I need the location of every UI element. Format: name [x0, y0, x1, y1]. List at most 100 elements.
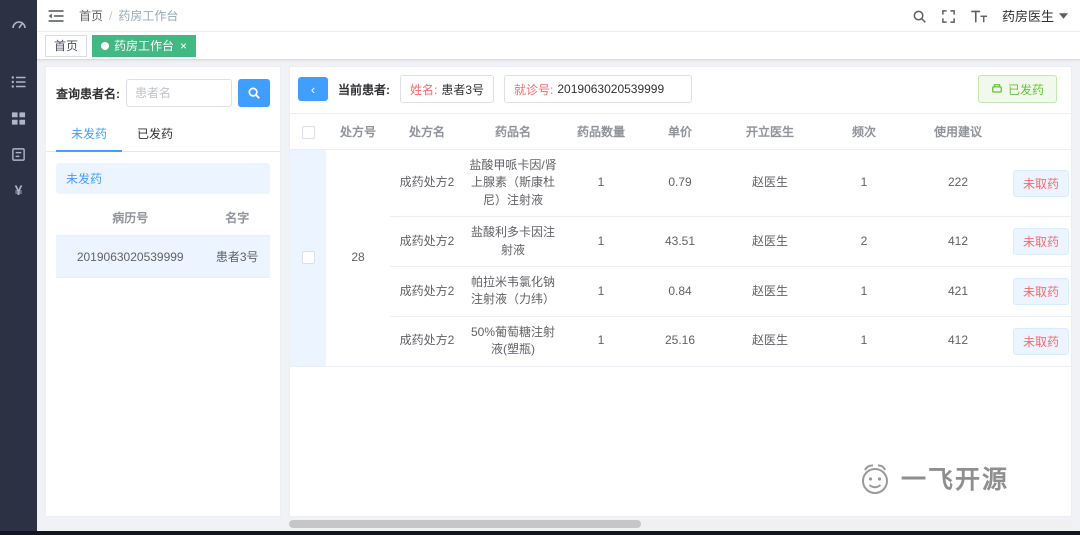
patient-list-item[interactable]: 2019063020539999 患者3号 [56, 235, 270, 278]
doctor-cell: 赵医生 [720, 266, 820, 317]
main-area: 首页 / 药房工作台 药房医生 首页 药房工作台 × 查询患者名: 患者名 未发… [37, 0, 1080, 535]
tags-bar: 首页 药房工作台 × [37, 32, 1080, 60]
tag-close-icon[interactable]: × [180, 40, 187, 52]
breadcrumb-separator: / [109, 8, 113, 23]
not-taken-button[interactable]: 未取药 [1013, 327, 1070, 355]
undispensed-banner: 未发药 [56, 163, 270, 194]
drug-qty-cell: 1 [562, 149, 640, 218]
watermark-logo-icon [861, 464, 888, 494]
action-header [1008, 113, 1071, 150]
content-area: 查询患者名: 未发药 已发药 未发药 病历号 名字 [37, 60, 1080, 535]
prescription-column: ‹ 当前患者: 姓名: 患者3号 就诊号: 2019063020539999 已… [289, 66, 1072, 535]
drug-qty-cell: 1 [562, 316, 640, 367]
action-cell: 未取药 [1008, 316, 1071, 367]
row-checkbox[interactable] [301, 251, 315, 265]
drug-qty-header: 药品数量 [562, 113, 640, 150]
fullscreen-icon[interactable] [941, 7, 956, 24]
drug-name-cell: 盐酸利多卡因注射液 [464, 216, 562, 267]
dashboard-icon[interactable] [0, 9, 37, 39]
form-icon[interactable] [0, 139, 37, 169]
table-row[interactable]: 28 成药处方2 盐酸甲哌卡因/肾上腺素（斯康杜尼）注射液 1 0.79 赵医生… [290, 149, 1071, 367]
patient-name: 患者3号 [204, 235, 270, 278]
horizontal-scrollbar-thumb[interactable] [289, 520, 642, 528]
advice-cell: 222 [908, 149, 1008, 218]
doctor-cell: 赵医生 [720, 316, 820, 367]
dispense-icon [992, 84, 1002, 93]
dispense-button-label: 已发药 [1007, 82, 1044, 97]
sidebar: ¥ [0, 0, 37, 535]
breadcrumb-home[interactable]: 首页 [79, 7, 103, 24]
watermark: 一飞开源 [855, 460, 1009, 496]
user-dropdown[interactable]: 药房医生 [1002, 6, 1068, 25]
table-row[interactable]: 成药处方2 帕拉米韦氯化钠注射液（力纬） 1 0.84 赵医生 1 421 未取… [290, 266, 1071, 317]
doctor-cell: 赵医生 [720, 216, 820, 267]
collapse-left-button[interactable]: ‹ [298, 77, 328, 101]
unit-price-cell: 0.79 [640, 149, 720, 218]
rx-name-cell: 成药处方2 [390, 266, 464, 317]
magnifier-icon [248, 87, 260, 99]
table-row[interactable]: 成药处方2 盐酸利多卡因注射液 1 43.51 赵医生 2 412 未取药 [290, 216, 1071, 267]
navbar-actions: 药房医生 [912, 6, 1068, 25]
search-icon[interactable] [912, 7, 927, 24]
frequency-header: 频次 [820, 113, 908, 150]
user-name: 药房医生 [1001, 9, 1054, 24]
table-row[interactable]: 成药处方2 50%葡萄糖注射液(塑瓶) 1 25.16 赵医生 1 412 未取… [290, 316, 1071, 367]
patient-name-input[interactable] [126, 79, 232, 107]
row-select-cell [290, 149, 326, 367]
name-label: 姓名: [410, 82, 438, 97]
frequency-cell: 1 [820, 316, 908, 367]
patient-list-table: 病历号 名字 2019063020539999 患者3号 [56, 200, 270, 278]
patient-search-label: 查询患者名: [56, 86, 120, 101]
prescription-no-cell: 28 [326, 149, 390, 367]
current-patient-label: 当前患者: [338, 82, 390, 97]
tab-dispensed[interactable]: 已发药 [122, 117, 188, 151]
patient-search-button[interactable] [238, 79, 270, 107]
visit-value: 2019063020539999 [557, 82, 665, 96]
tag-pharmacy-workbench[interactable]: 药房工作台 × [92, 34, 197, 57]
unit-price-cell: 43.51 [640, 216, 720, 267]
unit-price-cell: 25.16 [640, 316, 720, 367]
visit-no-box: 就诊号: 2019063020539999 [504, 75, 693, 103]
advice-header: 使用建议 [908, 113, 1008, 150]
patient-record-no: 2019063020539999 [56, 235, 205, 278]
breadcrumb-current: 药房工作台 [118, 9, 179, 23]
window-bottom-edge [0, 531, 1080, 535]
frequency-cell: 2 [820, 216, 908, 267]
doctor-cell: 赵医生 [720, 149, 820, 218]
tag-active-label: 药房工作台 [114, 39, 175, 53]
tag-home-label: 首页 [54, 39, 79, 53]
font-size-icon[interactable] [970, 7, 988, 24]
action-cell: 未取药 [1008, 216, 1071, 267]
rx-name-cell: 成药处方2 [390, 216, 464, 267]
money-icon[interactable]: ¥ [0, 175, 37, 205]
drug-qty-cell: 1 [562, 266, 640, 317]
not-taken-button[interactable]: 未取药 [1013, 169, 1070, 197]
current-patient-bar: ‹ 当前患者: 姓名: 患者3号 就诊号: 2019063020539999 已… [290, 67, 1071, 109]
tag-home[interactable]: 首页 [45, 34, 88, 57]
select-all-checkbox[interactable] [301, 125, 315, 139]
drug-name-cell: 50%葡萄糖注射液(塑瓶) [464, 316, 562, 367]
action-cell: 未取药 [1008, 149, 1071, 218]
sidebar-toggle-icon[interactable] [45, 4, 73, 27]
advice-cell: 421 [908, 266, 1008, 317]
patient-table-header-row: 病历号 名字 [56, 200, 270, 236]
rx-name-cell: 成药处方2 [390, 316, 464, 367]
record-no-header: 病历号 [56, 200, 205, 236]
not-taken-button[interactable]: 未取药 [1013, 277, 1070, 305]
patient-search-row: 查询患者名: [46, 67, 280, 117]
grid-icon[interactable] [0, 103, 37, 133]
chevron-down-icon [1059, 12, 1068, 19]
dispense-button[interactable]: 已发药 [977, 75, 1057, 103]
tab-undispensed[interactable]: 未发药 [56, 117, 123, 152]
drug-name-cell: 盐酸甲哌卡因/肾上腺素（斯康杜尼）注射液 [464, 149, 562, 218]
rx-name-header: 处方名 [390, 113, 464, 150]
rx-no-header: 处方号 [326, 113, 390, 150]
prescription-table: 处方号 处方名 药品名 药品数量 单价 开立医生 频次 使用建议 28 成药处方… [290, 113, 1071, 367]
advice-cell: 412 [908, 216, 1008, 267]
workbench-icon[interactable] [0, 67, 37, 97]
drug-name-header: 药品名 [464, 113, 562, 150]
not-taken-button[interactable]: 未取药 [1013, 228, 1070, 256]
frequency-cell: 1 [820, 149, 908, 218]
advice-cell: 412 [908, 316, 1008, 367]
visit-label: 就诊号: [514, 82, 554, 97]
